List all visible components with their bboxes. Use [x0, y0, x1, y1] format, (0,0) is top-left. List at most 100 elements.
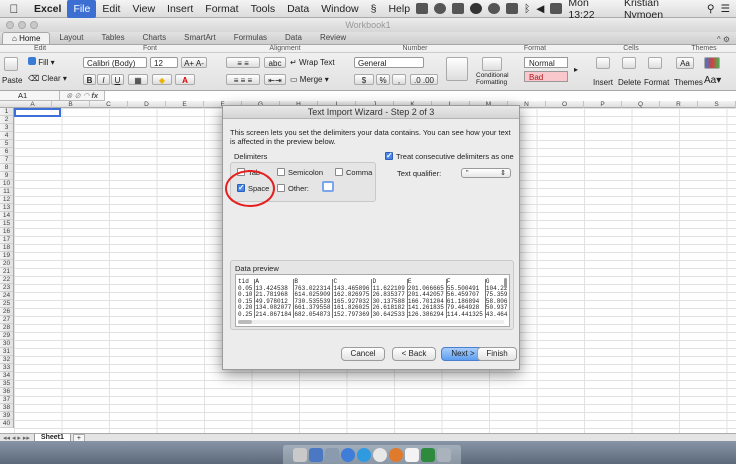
column-header[interactable]: B — [52, 101, 90, 108]
fill-button[interactable]: Fill ▾ — [28, 57, 55, 68]
horizontal-align-buttons[interactable]: ≡ ≡ ≡ — [226, 74, 260, 85]
styles-scroll-icon[interactable]: ▸ — [574, 64, 578, 75]
semicolon-checkbox-box[interactable] — [277, 168, 285, 177]
indent-buttons[interactable]: ⇤⇥ — [264, 74, 286, 85]
row-header[interactable]: 34 — [0, 372, 13, 380]
row-header[interactable]: 29 — [0, 332, 13, 340]
wrap-text-button[interactable]: ↵ Wrap Text — [290, 57, 335, 68]
dock-app-icon[interactable] — [373, 447, 387, 462]
volume-icon[interactable]: ◀ — [536, 3, 544, 15]
comma-style-button[interactable]: , — [392, 74, 406, 85]
row-header[interactable]: 20 — [0, 260, 13, 268]
highlight-color-button[interactable]: ◆ — [152, 74, 172, 85]
row-header[interactable]: 30 — [0, 340, 13, 348]
tab-layout[interactable]: Layout — [50, 32, 92, 44]
row-header[interactable]: 11 — [0, 188, 13, 196]
notification-list-icon[interactable]: ☰ — [721, 3, 730, 15]
row-header[interactable]: 12 — [0, 196, 13, 204]
data-preview-area[interactable]: tid A B C D E F G 0.05 13.424538 763.022314 143.465… — [235, 274, 510, 327]
row-header[interactable]: 22 — [0, 276, 13, 284]
trash-icon[interactable] — [437, 447, 451, 462]
font-name-select[interactable]: Calibri (Body) — [83, 57, 147, 68]
percent-button[interactable]: % — [376, 74, 390, 85]
excel-icon[interactable] — [421, 447, 435, 462]
other-checkbox-box[interactable] — [277, 184, 285, 193]
tab-charts[interactable]: Charts — [134, 32, 176, 44]
underline-button[interactable]: U — [111, 74, 124, 85]
apple-icon[interactable]:  — [0, 2, 28, 16]
spotlight-search-icon[interactable]: ⚲ — [707, 3, 715, 15]
row-header[interactable]: 3 — [0, 124, 13, 132]
comma-checkbox-box[interactable] — [335, 168, 343, 177]
font-grow-shrink-button[interactable]: A+ A- — [181, 57, 207, 68]
row-header[interactable]: 8 — [0, 164, 13, 172]
tab-smartart[interactable]: SmartArt — [175, 32, 225, 44]
sync-icon[interactable] — [434, 3, 447, 14]
finish-button[interactable]: Finish — [477, 347, 517, 361]
dock-app-icon[interactable] — [325, 447, 339, 462]
row-header[interactable]: 14 — [0, 212, 13, 220]
bluetooth-icon[interactable]: ᛒ — [524, 3, 530, 15]
borders-button[interactable]: ▦ — [128, 74, 148, 85]
format-button[interactable]: Format — [644, 77, 669, 88]
tab-tables[interactable]: Tables — [92, 32, 133, 44]
row-header[interactable]: 1 — [0, 108, 13, 116]
italic-button[interactable]: I — [97, 74, 110, 85]
style-bad[interactable]: Bad — [524, 71, 568, 82]
screen-icon[interactable] — [416, 3, 429, 14]
drive-icon[interactable] — [452, 3, 465, 14]
menu-help[interactable]: Help — [382, 0, 416, 18]
style-normal[interactable]: Normal — [524, 57, 568, 68]
column-header[interactable]: R — [660, 101, 698, 108]
row-header[interactable]: 24 — [0, 292, 13, 300]
paste-button[interactable]: Paste — [2, 75, 22, 86]
row-header[interactable]: 7 — [0, 156, 13, 164]
row-header[interactable]: 18 — [0, 244, 13, 252]
menu-data[interactable]: Data — [281, 0, 315, 18]
text-qualifier-select[interactable]: " ⇕ — [461, 168, 511, 178]
column-header[interactable]: P — [584, 101, 622, 108]
delete-button[interactable]: Delete — [618, 77, 641, 88]
semicolon-checkbox[interactable]: Semicolon — [277, 168, 323, 177]
menu-tools[interactable]: Tools — [245, 0, 282, 18]
treat-consecutive-checkbox[interactable]: Treat consecutive delimiters as one — [385, 151, 514, 161]
other-delimiter-input[interactable] — [322, 181, 334, 192]
ribbon-collapse-icon[interactable]: ^ ⚙ — [717, 35, 736, 44]
formula-input[interactable] — [104, 90, 736, 101]
column-header[interactable]: Q — [622, 101, 660, 108]
finder-icon[interactable] — [293, 447, 307, 462]
bold-button[interactable]: B — [83, 74, 96, 85]
vertical-align-buttons[interactable]: ≡ ≡ — [226, 57, 260, 68]
column-header[interactable]: S — [698, 101, 736, 108]
row-header[interactable]: 35 — [0, 380, 13, 388]
merge-button[interactable]: ▭ Merge ▾ — [290, 74, 329, 85]
cancel-button[interactable]: Cancel — [341, 347, 385, 361]
row-header[interactable]: 17 — [0, 236, 13, 244]
treat-consecutive-checkbox-box[interactable] — [385, 151, 393, 161]
column-header[interactable]: C — [90, 101, 128, 108]
menu-format[interactable]: Format — [199, 0, 244, 18]
wifi-icon[interactable] — [470, 3, 483, 14]
preview-horizontal-scrollbar[interactable] — [238, 320, 504, 324]
document-icon[interactable] — [405, 447, 419, 462]
row-header[interactable]: 6 — [0, 148, 13, 156]
input-source-icon[interactable] — [550, 3, 563, 14]
row-header[interactable]: 27 — [0, 316, 13, 324]
row-header[interactable]: 40 — [0, 420, 13, 428]
row-header[interactable]: 9 — [0, 172, 13, 180]
font-size-select[interactable]: 12 — [150, 57, 178, 68]
paste-icon[interactable] — [4, 57, 18, 71]
row-header[interactable]: 4 — [0, 132, 13, 140]
other-checkbox[interactable]: Other: — [277, 184, 309, 193]
number-format-select[interactable]: General — [354, 57, 424, 68]
menu-window[interactable]: Window — [315, 0, 364, 18]
clear-button[interactable]: ⌫ Clear ▾ — [28, 73, 67, 84]
column-header[interactable]: A — [14, 101, 52, 108]
insert-button[interactable]: Insert — [593, 77, 613, 88]
script-menu-icon[interactable]: § — [365, 0, 383, 18]
font-color-button[interactable]: A — [175, 74, 195, 85]
row-header[interactable]: 33 — [0, 364, 13, 372]
row-header[interactable]: 28 — [0, 324, 13, 332]
row-header[interactable]: 10 — [0, 180, 13, 188]
row-header[interactable]: 23 — [0, 284, 13, 292]
